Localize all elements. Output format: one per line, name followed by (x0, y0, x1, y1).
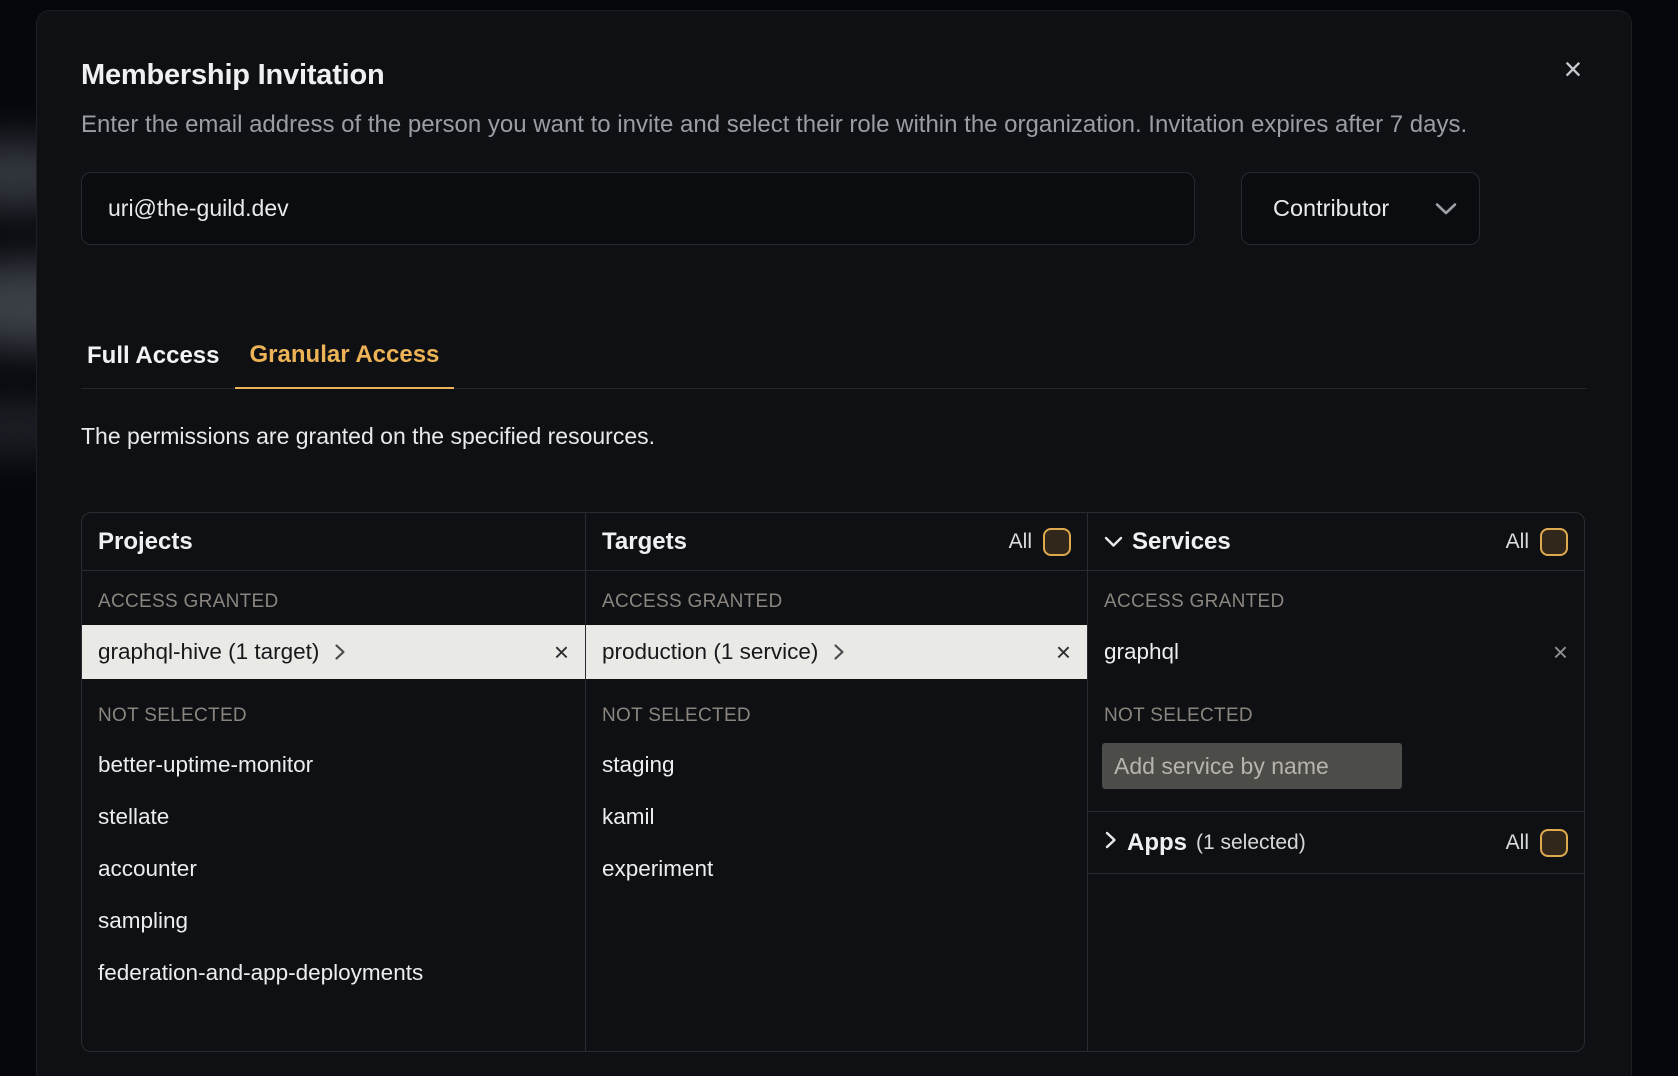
service-row-granted[interactable]: graphql × (1088, 625, 1584, 679)
project-list-item[interactable]: accounter (82, 843, 585, 895)
access-granted-label: ACCESS GRANTED (1088, 571, 1584, 625)
dialog-description: Enter the email address of the person yo… (81, 106, 1587, 144)
apps-all-checkbox[interactable] (1540, 829, 1568, 857)
services-column: Services All ACCESS GRANTED graphql × NO… (1088, 513, 1584, 1051)
projects-column-header: Projects (82, 513, 585, 571)
remove-target-icon[interactable]: × (1056, 639, 1071, 665)
services-select-all[interactable]: All (1506, 528, 1568, 556)
targets-column: Targets All ACCESS GRANTED production (1… (586, 513, 1088, 1051)
chevron-right-icon (334, 643, 346, 661)
target-row-label: production (1 service) (602, 639, 818, 665)
projects-not-selected-list: better-uptime-monitor stellate accounter… (82, 739, 585, 999)
project-list-item[interactable]: stellate (82, 791, 585, 843)
project-row-label: graphql-hive (1 target) (98, 639, 319, 665)
targets-all-checkbox[interactable] (1043, 528, 1071, 556)
add-service-input[interactable] (1102, 743, 1402, 789)
target-list-item[interactable]: experiment (586, 843, 1087, 895)
tab-granular-access[interactable]: Granular Access (235, 341, 455, 389)
invite-email-input[interactable] (81, 172, 1195, 245)
invite-form-row: Contributor (81, 172, 1587, 245)
services-all-label: All (1506, 530, 1529, 554)
targets-select-all[interactable]: All (1009, 528, 1071, 556)
remove-project-icon[interactable]: × (554, 639, 569, 665)
project-list-item[interactable]: federation-and-app-deployments (82, 947, 585, 999)
chevron-right-icon (833, 643, 845, 661)
role-select-value: Contributor (1273, 195, 1389, 222)
services-title-text: Services (1132, 528, 1231, 556)
access-tabs: Full Access Granular Access (81, 341, 1587, 389)
project-list-item[interactable]: better-uptime-monitor (82, 739, 585, 791)
chevron-right-icon (1104, 830, 1117, 855)
apps-select-all[interactable]: All (1506, 829, 1568, 857)
targets-column-title: Targets (602, 528, 687, 556)
permissions-note: The permissions are granted on the speci… (81, 423, 1587, 450)
services-section: ACCESS GRANTED graphql × NOT SELECTED (1088, 571, 1584, 812)
chevron-down-icon (1104, 536, 1123, 548)
apps-label: Apps (1127, 829, 1187, 857)
chevron-down-icon (1435, 202, 1457, 216)
apps-selected-count: (1 selected) (1196, 831, 1306, 855)
target-list-item[interactable]: kamil (586, 791, 1087, 843)
tab-full-access[interactable]: Full Access (81, 341, 235, 389)
target-list-item[interactable]: staging (586, 739, 1087, 791)
project-list-item[interactable]: sampling (82, 895, 585, 947)
targets-column-header: Targets All (586, 513, 1087, 571)
membership-invitation-dialog: × Membership Invitation Enter the email … (36, 10, 1632, 1076)
not-selected-label: NOT SELECTED (1088, 679, 1584, 739)
close-icon[interactable]: × (1553, 49, 1593, 89)
role-select[interactable]: Contributor (1241, 172, 1480, 245)
not-selected-label: NOT SELECTED (586, 679, 1087, 739)
not-selected-label: NOT SELECTED (82, 679, 585, 739)
services-column-header: Services All (1088, 513, 1584, 571)
apps-all-label: All (1506, 831, 1529, 855)
targets-all-label: All (1009, 530, 1032, 554)
project-row-selected[interactable]: graphql-hive (1 target) × (82, 625, 585, 679)
projects-column: Projects ACCESS GRANTED graphql-hive (1 … (82, 513, 586, 1051)
remove-service-icon[interactable]: × (1553, 639, 1568, 665)
projects-column-title: Projects (98, 528, 193, 556)
services-column-title[interactable]: Services (1104, 528, 1231, 556)
access-granted-label: ACCESS GRANTED (586, 571, 1087, 625)
services-all-checkbox[interactable] (1540, 528, 1568, 556)
service-row-label: graphql (1104, 639, 1179, 665)
targets-not-selected-list: staging kamil experiment (586, 739, 1087, 895)
dialog-title: Membership Invitation (81, 59, 1587, 92)
access-granted-label: ACCESS GRANTED (82, 571, 585, 625)
apps-row[interactable]: Apps (1 selected) All (1088, 812, 1584, 874)
target-row-selected[interactable]: production (1 service) × (586, 625, 1087, 679)
resource-access-table: Projects ACCESS GRANTED graphql-hive (1 … (81, 512, 1585, 1052)
